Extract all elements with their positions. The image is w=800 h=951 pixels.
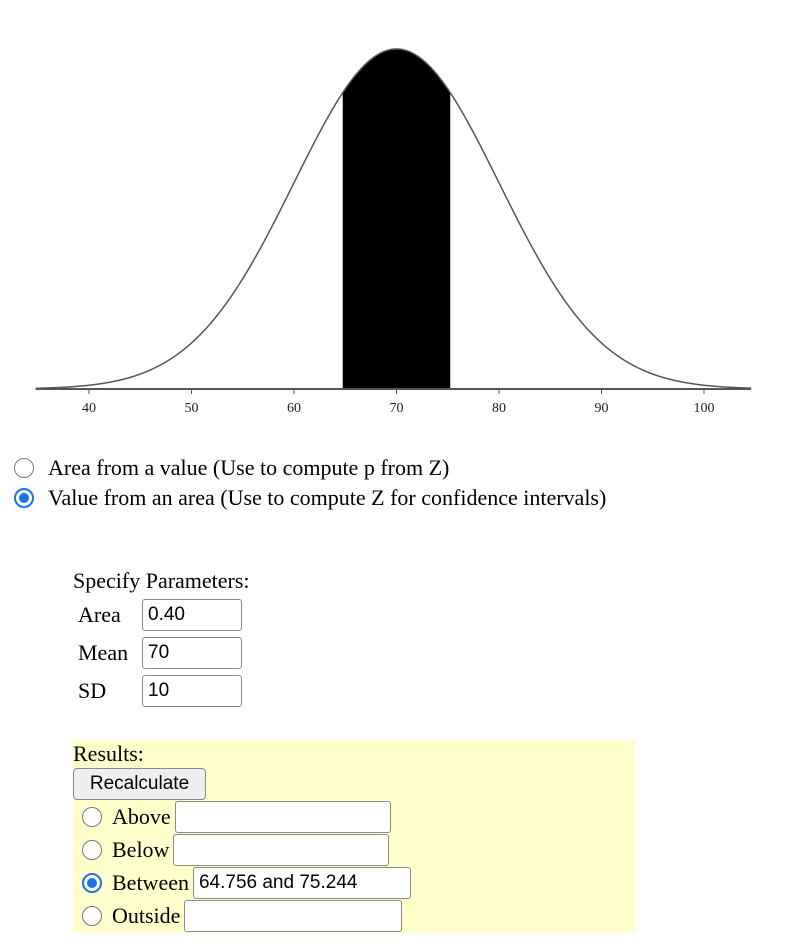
mode-label-area-from-value: Area from a value (Use to compute p from… <box>48 455 450 480</box>
radio-outside[interactable] <box>82 905 102 926</box>
result-row-above: Above <box>73 800 635 833</box>
sd-input[interactable]: 10 <box>142 675 242 707</box>
radio-below[interactable] <box>82 839 102 860</box>
outside-label: Outside <box>112 902 181 928</box>
between-output[interactable]: 64.756 and 75.244 <box>192 866 411 899</box>
mean-label: Mean <box>78 640 129 665</box>
x-tick-label: 70 <box>390 401 404 416</box>
between-label: Between <box>112 869 189 895</box>
parameters-panel: Specify Parameters: Area 0.40 Mean 70 SD… <box>73 566 250 710</box>
param-row-area: Area 0.40 <box>73 596 250 634</box>
result-row-below: Below <box>73 833 635 866</box>
results-title: Results: <box>73 741 144 766</box>
result-row-between: Between 64.756 and 75.244 <box>73 866 635 899</box>
x-tick-label: 40 <box>82 401 96 416</box>
radio-between[interactable] <box>82 872 102 893</box>
x-tick-label: 100 <box>694 401 715 416</box>
below-label: Below <box>112 836 170 862</box>
shaded-area <box>342 49 451 389</box>
below-output[interactable] <box>173 833 390 866</box>
param-row-sd: SD 10 <box>73 672 250 710</box>
x-tick-label: 60 <box>287 401 301 416</box>
mean-input[interactable]: 70 <box>142 637 242 669</box>
sd-label: SD <box>78 678 107 703</box>
result-row-outside: Outside <box>73 899 635 932</box>
parameters-title: Specify Parameters: <box>73 568 250 593</box>
mode-option-value-from-area[interactable]: Value from an area (Use to compute Z for… <box>14 484 606 512</box>
x-tick-label: 90 <box>595 401 609 416</box>
mode-option-area-from-value[interactable]: Area from a value (Use to compute p from… <box>14 454 449 482</box>
x-tick-label: 80 <box>492 401 506 416</box>
area-label: Area <box>78 602 121 627</box>
radio-area-from-value[interactable] <box>14 458 34 478</box>
x-tick-label: 50 <box>185 401 199 416</box>
radio-value-from-area[interactable] <box>14 488 34 508</box>
outside-output[interactable] <box>184 899 403 932</box>
mode-label-value-from-area: Value from an area (Use to compute Z for… <box>48 485 607 510</box>
normal-distribution-chart: 40 50 60 70 80 90 100 <box>35 48 752 416</box>
results-panel: Results: Recalculate Above Below Between… <box>73 740 635 933</box>
above-label: Above <box>112 803 171 829</box>
area-input[interactable]: 0.40 <box>142 599 242 631</box>
param-row-mean: Mean 70 <box>73 634 250 672</box>
radio-above[interactable] <box>82 806 102 827</box>
recalculate-button[interactable]: Recalculate <box>73 768 206 800</box>
above-output[interactable] <box>174 800 391 833</box>
